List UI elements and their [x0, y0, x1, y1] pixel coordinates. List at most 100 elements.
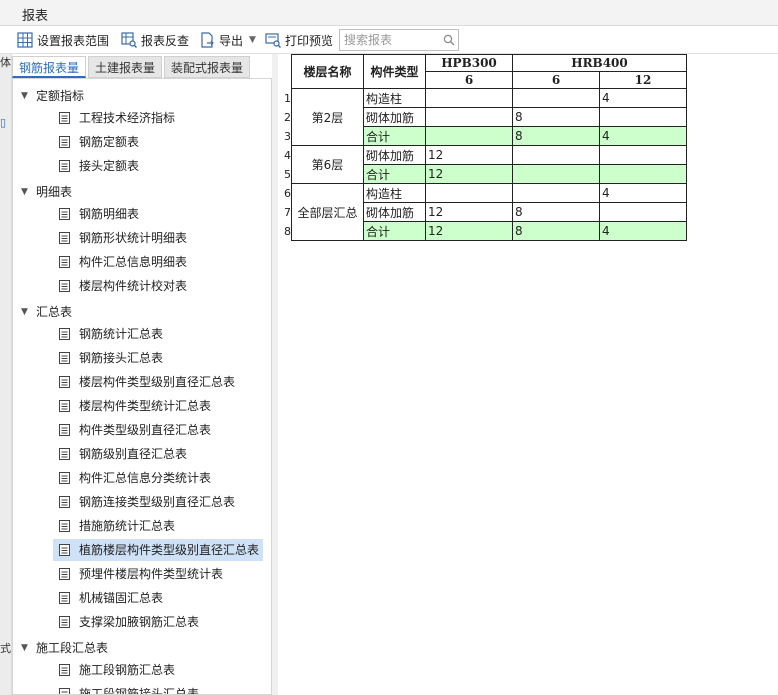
grid-settings-icon [17, 32, 33, 48]
value-cell: 12 [425, 202, 513, 222]
value-cell: 12 [425, 145, 513, 165]
tree-item[interactable]: 钢筋形状统计明细表 [53, 227, 263, 249]
value-cell: 4 [599, 221, 687, 241]
value-cell [599, 145, 687, 165]
type-cell: 砌体加筋 [363, 145, 426, 165]
tree-item[interactable]: 施工段钢筋接头汇总表 [53, 683, 263, 694]
tree-item[interactable]: 构件类型级别直径汇总表 [53, 419, 263, 441]
document-icon [59, 592, 70, 604]
value-cell [599, 107, 687, 127]
value-cell [512, 88, 600, 108]
left-side-strip: 体 ▯ 式 [0, 54, 12, 695]
document-icon [59, 208, 70, 220]
tree-item[interactable]: 钢筋连接类型级别直径汇总表 [53, 491, 263, 513]
tree-item[interactable]: 构件汇总信息明细表 [53, 251, 263, 273]
document-icon [59, 544, 70, 556]
value-cell: 8 [512, 221, 600, 241]
expand-arrow-icon[interactable]: ▼ [21, 85, 28, 107]
tree-group-summary[interactable]: ▼ 汇总表 [13, 301, 271, 323]
export-button[interactable]: 导出 ▼ [199, 31, 256, 49]
tree-item-selected[interactable]: 植筋楼层构件类型级别直径汇总表 [53, 539, 263, 561]
reverse-check-label: 报表反查 [141, 33, 190, 48]
tree-item[interactable]: 支撑梁加腋钢筋汇总表 [53, 611, 263, 633]
header-floor: 楼层名称 [291, 54, 364, 89]
search-input[interactable] [339, 29, 459, 51]
tree-item[interactable]: 施工段钢筋汇总表 [53, 659, 263, 681]
clipped-text: 式 [0, 642, 11, 655]
type-cell: 构造柱 [363, 88, 426, 108]
table-row: 4 第6层 砌体加筋 12 [284, 145, 687, 184]
header-diameter: 6 [425, 71, 513, 89]
tree-item[interactable]: 楼层构件类型级别直径汇总表 [53, 371, 263, 393]
header-grade-hpb300: HPB300 [425, 54, 513, 72]
header-diameter: 6 [512, 71, 600, 89]
value-cell [599, 164, 687, 184]
document-icon [59, 424, 70, 436]
print-preview-label: 打印预览 [285, 33, 334, 48]
report-tree: ▼ 定额指标 工程技术经济指标 钢筋定额表 接头定额表 ▼ 明细表 钢筋明细表 … [12, 78, 272, 695]
floor-cell: 第2层 [291, 88, 364, 146]
document-icon [59, 520, 70, 532]
table-search-icon [121, 32, 137, 48]
tree-item[interactable]: 钢筋定额表 [53, 131, 263, 153]
expand-arrow-icon[interactable]: ▼ [21, 301, 28, 323]
expand-arrow-icon[interactable]: ▼ [21, 181, 28, 203]
expand-arrow-icon[interactable]: ▼ [21, 637, 28, 659]
export-label: 导出 [219, 33, 244, 48]
tree-item[interactable]: 机械锚固汇总表 [53, 587, 263, 609]
document-icon [59, 232, 70, 244]
table-header-row: 楼层名称 构件类型 HPB300 HRB400 [284, 54, 687, 89]
chevron-down-icon[interactable]: ▼ [249, 35, 256, 45]
reverse-check-button[interactable]: 报表反查 [121, 31, 189, 49]
tree-group-section[interactable]: ▼ 施工段汇总表 [13, 637, 271, 659]
tree-item[interactable]: 钢筋统计汇总表 [53, 323, 263, 345]
value-cell [425, 107, 513, 127]
report-view: 楼层名称 构件类型 HPB300 HRB400 6 6 12 1 第2层 构造柱… [278, 54, 778, 695]
value-cell: 12 [425, 164, 513, 184]
tree-item[interactable]: 钢筋接头汇总表 [53, 347, 263, 369]
tree-item[interactable]: 钢筋明细表 [53, 203, 263, 225]
value-cell [425, 88, 513, 108]
tab-civil-report[interactable]: 土建报表量 [88, 56, 163, 78]
floor-cell: 第6层 [291, 145, 364, 184]
document-icon [59, 496, 70, 508]
tree-item[interactable]: 工程技术经济指标 [53, 107, 263, 129]
table-row: 1 第2层 构造柱 4 [284, 88, 687, 146]
print-preview-icon [265, 33, 281, 48]
document-icon [59, 328, 70, 340]
value-cell: 4 [599, 126, 687, 146]
tree-item[interactable]: 预埋件楼层构件类型统计表 [53, 563, 263, 585]
tree-item[interactable]: 措施筋统计汇总表 [53, 515, 263, 537]
tree-group-detail[interactable]: ▼ 明细表 [13, 181, 271, 203]
value-cell: 4 [599, 88, 687, 108]
value-cell [425, 183, 513, 203]
search-icon[interactable] [443, 34, 455, 46]
tree-item[interactable]: 楼层构件类型统计汇总表 [53, 395, 263, 417]
type-cell: 砌体加筋 [363, 202, 426, 222]
set-range-button[interactable]: 设置报表范围 [17, 31, 109, 49]
table-row: 6 全部层汇总 构造柱 4 [284, 183, 687, 241]
value-cell: 8 [512, 202, 600, 222]
tab-rebar-report[interactable]: 钢筋报表量 [12, 56, 87, 78]
tree-group-quota[interactable]: ▼ 定额指标 [13, 85, 271, 107]
header-diameter: 12 [599, 71, 687, 89]
tree-item[interactable]: 接头定额表 [53, 155, 263, 177]
type-cell: 合计 [363, 126, 426, 146]
document-icon [59, 352, 70, 364]
tree-item[interactable]: 楼层构件统计校对表 [53, 275, 263, 297]
tree-item[interactable]: 构件汇总信息分类统计表 [53, 467, 263, 489]
document-icon [59, 136, 70, 148]
toolbar: 设置报表范围 报表反查 导出 ▼ 打印预览 [0, 26, 778, 54]
value-cell [512, 145, 600, 165]
value-cell: 4 [599, 183, 687, 203]
tab-prefab-report[interactable]: 装配式报表量 [164, 56, 251, 78]
type-cell: 合计 [363, 221, 426, 241]
document-icon [59, 448, 70, 460]
value-cell: 8 [512, 107, 600, 127]
header-grade-hrb400: HRB400 [512, 54, 687, 72]
print-preview-button[interactable]: 打印预览 [265, 31, 333, 49]
document-icon [59, 400, 70, 412]
value-cell [512, 183, 600, 203]
title-bar: 报表 [0, 0, 778, 26]
tree-item[interactable]: 钢筋级别直径汇总表 [53, 443, 263, 465]
